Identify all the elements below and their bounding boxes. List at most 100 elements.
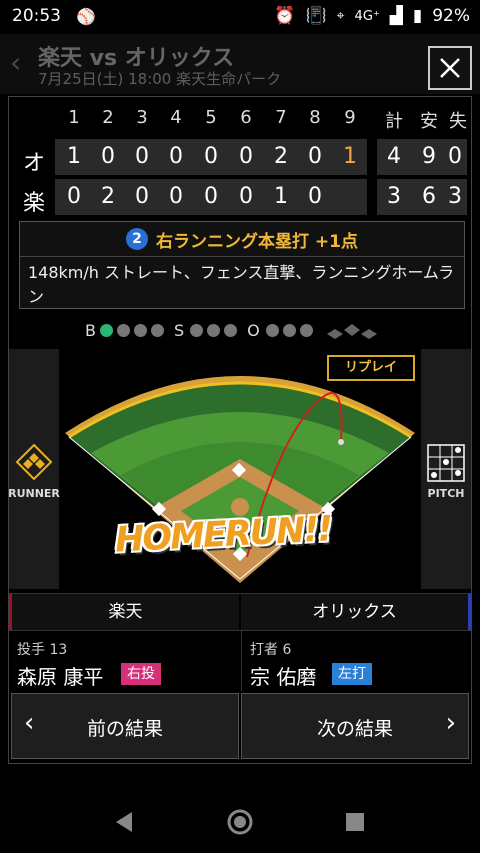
totals: 4 9 0 bbox=[377, 139, 467, 175]
pitcher-role: 投手 13 bbox=[17, 642, 68, 658]
home-team-name: 楽天 bbox=[9, 594, 239, 630]
runner-panel[interactable]: RUNNER bbox=[8, 349, 60, 589]
total-runs: 3 bbox=[387, 184, 401, 209]
runner-icon bbox=[15, 443, 53, 481]
inning-score: 0 bbox=[135, 144, 149, 169]
team-abbr: 楽 bbox=[22, 191, 45, 216]
team-abbr: オ bbox=[22, 151, 45, 176]
pitcher-info: 投手 13 森原 康平 右投 bbox=[9, 631, 239, 691]
inning-score: 0 bbox=[308, 144, 322, 169]
ball-dot bbox=[150, 324, 164, 337]
pitch-grid-icon bbox=[427, 444, 465, 482]
pitcher-hand-badge: 右投 bbox=[121, 663, 161, 685]
inning-scores: 1 0 0 0 0 0 2 0 1 bbox=[55, 139, 367, 175]
total-hits: 6 bbox=[422, 184, 436, 209]
inning-score: 0 bbox=[308, 184, 322, 209]
inning-score: 2 bbox=[101, 184, 115, 209]
replay-button[interactable]: リプレイ bbox=[327, 355, 415, 381]
baseball-notification-icon: ⚾ bbox=[76, 7, 96, 26]
away-team-name: オリックス bbox=[241, 594, 471, 630]
inning-header: 6 bbox=[240, 107, 252, 128]
bases-icon bbox=[326, 323, 377, 339]
pitcher-name: 森原 康平 bbox=[17, 665, 104, 689]
inning-header: 2 bbox=[102, 107, 114, 128]
inning-scores: 0 2 0 0 0 0 1 0 bbox=[55, 179, 367, 215]
pitch-panel[interactable]: PITCH bbox=[421, 349, 471, 589]
recents-square-icon[interactable] bbox=[344, 811, 366, 833]
inning-header: 3 bbox=[136, 107, 148, 128]
prev-result-label: 前の結果 bbox=[86, 718, 163, 740]
pitch-label: PITCH bbox=[427, 487, 465, 500]
strike-dot bbox=[190, 324, 204, 337]
strike-dot bbox=[207, 324, 221, 337]
total-runs: 4 bbox=[387, 144, 401, 169]
inning-score: 1 bbox=[274, 184, 288, 209]
status-bar: 20:53 ⚾ ⏰ 📳 ⌖ 4G⁺ ▟ ▮ 92% bbox=[0, 0, 480, 34]
home-circle-icon[interactable] bbox=[226, 808, 254, 836]
total-header: 失 bbox=[449, 111, 467, 132]
total-errors: 0 bbox=[448, 144, 462, 169]
status-icons: ⏰ 📳 ⌖ 4G⁺ ▟ ▮ 92% bbox=[274, 6, 470, 26]
batter-name: 宗 佑磨 bbox=[250, 665, 317, 689]
batter-role: 打者 6 bbox=[250, 642, 292, 658]
strike-dot bbox=[224, 324, 238, 337]
background-header: ‹ 楽天 vs オリックス 7月25日(土) 18:00 楽天生命パーク bbox=[0, 34, 480, 94]
inning-header: 4 bbox=[170, 107, 182, 128]
play-detail-modal: 1 2 3 4 5 6 7 8 9 計 安 失 オ 1 0 0 0 0 0 2 … bbox=[8, 96, 472, 764]
total-header: 計 bbox=[385, 111, 403, 132]
play-title: 右ランニング本塁打 +1点 bbox=[156, 231, 358, 252]
alarm-icon: ⏰ bbox=[274, 6, 296, 26]
strike-label: S bbox=[173, 321, 185, 340]
inning-score: 1 bbox=[343, 144, 357, 169]
inning-header: 5 bbox=[205, 107, 217, 128]
totals: 3 6 3 bbox=[377, 179, 467, 215]
matchup: 投手 13 森原 康平 右投 打者 6 宗 佑磨 左打 bbox=[9, 631, 471, 691]
play-number-badge: 2 bbox=[126, 228, 148, 250]
play-description: 148km/h ストレート、フェンス直撃、ランニングホームラン bbox=[28, 263, 455, 306]
out-dot bbox=[265, 324, 279, 337]
inning-score: 0 bbox=[169, 184, 183, 209]
ball-dot bbox=[133, 324, 147, 337]
battery-icon: ▮ bbox=[412, 6, 423, 26]
scoreboard-header: 1 2 3 4 5 6 7 8 9 計 安 失 bbox=[19, 103, 467, 143]
out-dot bbox=[299, 324, 313, 337]
runner-label: RUNNER bbox=[8, 487, 60, 500]
total-header: 安 bbox=[420, 111, 438, 132]
inning-score: 0 bbox=[239, 144, 253, 169]
out-label: O bbox=[247, 321, 260, 340]
android-nav-bar bbox=[0, 790, 480, 853]
total-hits: 9 bbox=[422, 144, 436, 169]
battery-level: 92% bbox=[432, 6, 470, 26]
inning-score: 0 bbox=[204, 184, 218, 209]
close-button[interactable] bbox=[428, 46, 472, 90]
background-subtitle: 7月25日(土) 18:00 楽天生命パーク bbox=[38, 70, 282, 88]
inning-score: 0 bbox=[101, 144, 115, 169]
inning-header: 1 bbox=[68, 107, 80, 128]
prev-result-button[interactable]: ‹ 前の結果 bbox=[11, 693, 239, 759]
out-dot bbox=[282, 324, 296, 337]
scoreboard-row-home: 楽 0 2 0 0 0 0 1 0 3 6 3 bbox=[19, 179, 467, 219]
inning-score: 0 bbox=[239, 184, 253, 209]
vibrate-icon: 📳 bbox=[305, 6, 327, 26]
status-time: 20:53 bbox=[12, 6, 61, 26]
inning-score: 1 bbox=[67, 144, 81, 169]
signal-icon: ▟ bbox=[389, 6, 403, 26]
inning-header: 8 bbox=[309, 107, 321, 128]
play-title-row: 2 右ランニング本塁打 +1点 bbox=[20, 222, 464, 257]
total-errors: 3 bbox=[448, 184, 462, 209]
inning-score: 0 bbox=[169, 144, 183, 169]
ball-label: B bbox=[85, 321, 96, 340]
inning-score: 0 bbox=[204, 144, 218, 169]
back-triangle-icon[interactable] bbox=[112, 810, 136, 834]
network-label: 4G⁺ bbox=[354, 8, 380, 24]
next-result-label: 次の結果 bbox=[316, 718, 393, 740]
back-chevron-icon: ‹ bbox=[10, 46, 22, 79]
team-bar: 楽天 オリックス bbox=[9, 593, 471, 631]
inning-score: 0 bbox=[135, 184, 149, 209]
play-summary: 2 右ランニング本塁打 +1点 148km/h ストレート、フェンス直撃、ランニ… bbox=[19, 221, 465, 309]
inning-header: 9 bbox=[344, 107, 356, 128]
scoreboard-row-away: オ 1 0 0 0 0 0 2 0 1 4 9 0 bbox=[19, 139, 467, 179]
batter-info: 打者 6 宗 佑磨 左打 bbox=[241, 631, 472, 691]
ball-count: B S O bbox=[85, 321, 381, 340]
next-result-button[interactable]: › 次の結果 bbox=[241, 693, 469, 759]
